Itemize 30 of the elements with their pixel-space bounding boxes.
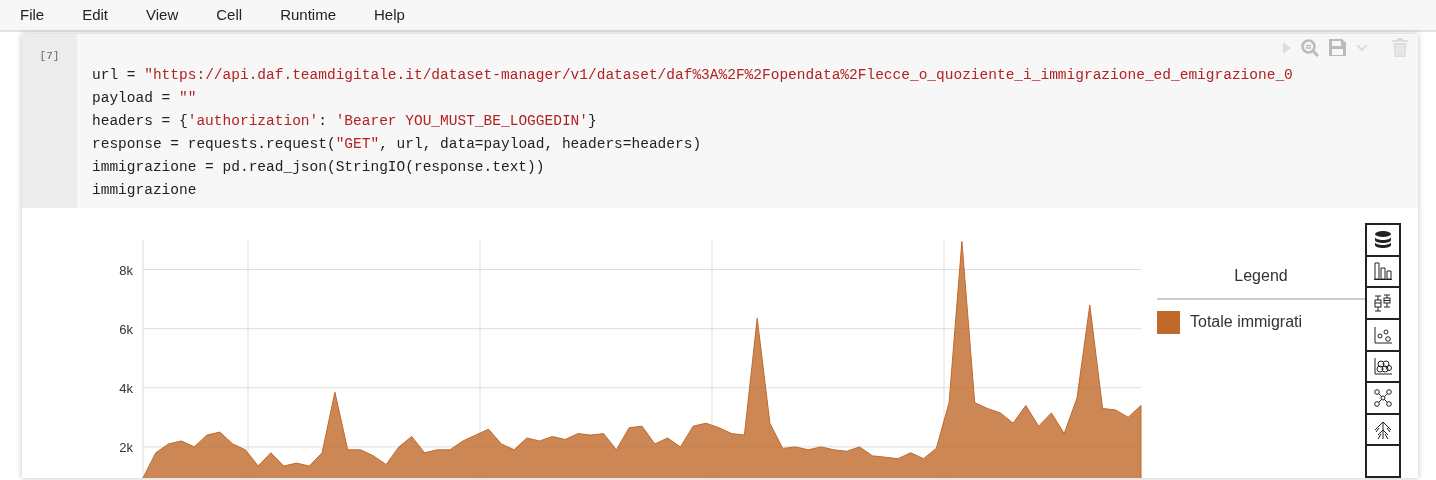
code-line: url = "https://api.daf.teamdigitale.it/dataset-manager/v1/dataset/daf%3A%2F%2Fopendata%2Flecce_o_quoziente_i_immigrazione_ed_emigrazione_0 [92,66,1294,85]
menu-item[interactable]: Cell [216,0,243,31]
chart-type-button[interactable] [1365,444,1401,478]
axis-tick-label: 6k [119,321,133,337]
code-line: immigrazione = pd.read_json(StringIO(response.text)) [92,158,546,177]
code-line: response = requests.request("GET", url, data=payload, headers=headers) [92,135,703,154]
database-icon [1373,229,1393,250]
axis-tick-label: 2k [119,439,133,455]
scatter-plot-icon [1373,324,1393,345]
cell-prompt: [7] [39,50,60,62]
code-line: immigrazione [92,181,198,200]
axis-tick-label: 4k [119,380,133,396]
network-graph-icon [1373,387,1393,408]
menu-item[interactable]: Help [374,0,405,31]
bar-chart-icon [1373,261,1393,282]
chart-type-button[interactable] [1365,223,1401,257]
axis-tick-label: 8k [119,262,133,278]
tree-icon [1373,419,1393,440]
menu-item[interactable]: View [146,0,179,31]
menu-item[interactable]: Runtime [280,0,336,31]
code-line: payload = "" [92,89,198,108]
menu-item[interactable]: File [20,0,45,31]
menu-item[interactable]: Edit [82,0,109,31]
bubble-chart-icon [1373,356,1393,377]
chart-type-button[interactable] [1365,317,1401,352]
box-plot-icon [1373,293,1393,314]
legend-label: Totale immigrati [1190,312,1303,332]
chart-type-button[interactable] [1365,381,1401,415]
code-line: headers = {'authorization': 'Bearer YOU_MUST_BE_LOGGEDIN'} [92,112,598,131]
chart-type-button[interactable] [1365,286,1401,320]
